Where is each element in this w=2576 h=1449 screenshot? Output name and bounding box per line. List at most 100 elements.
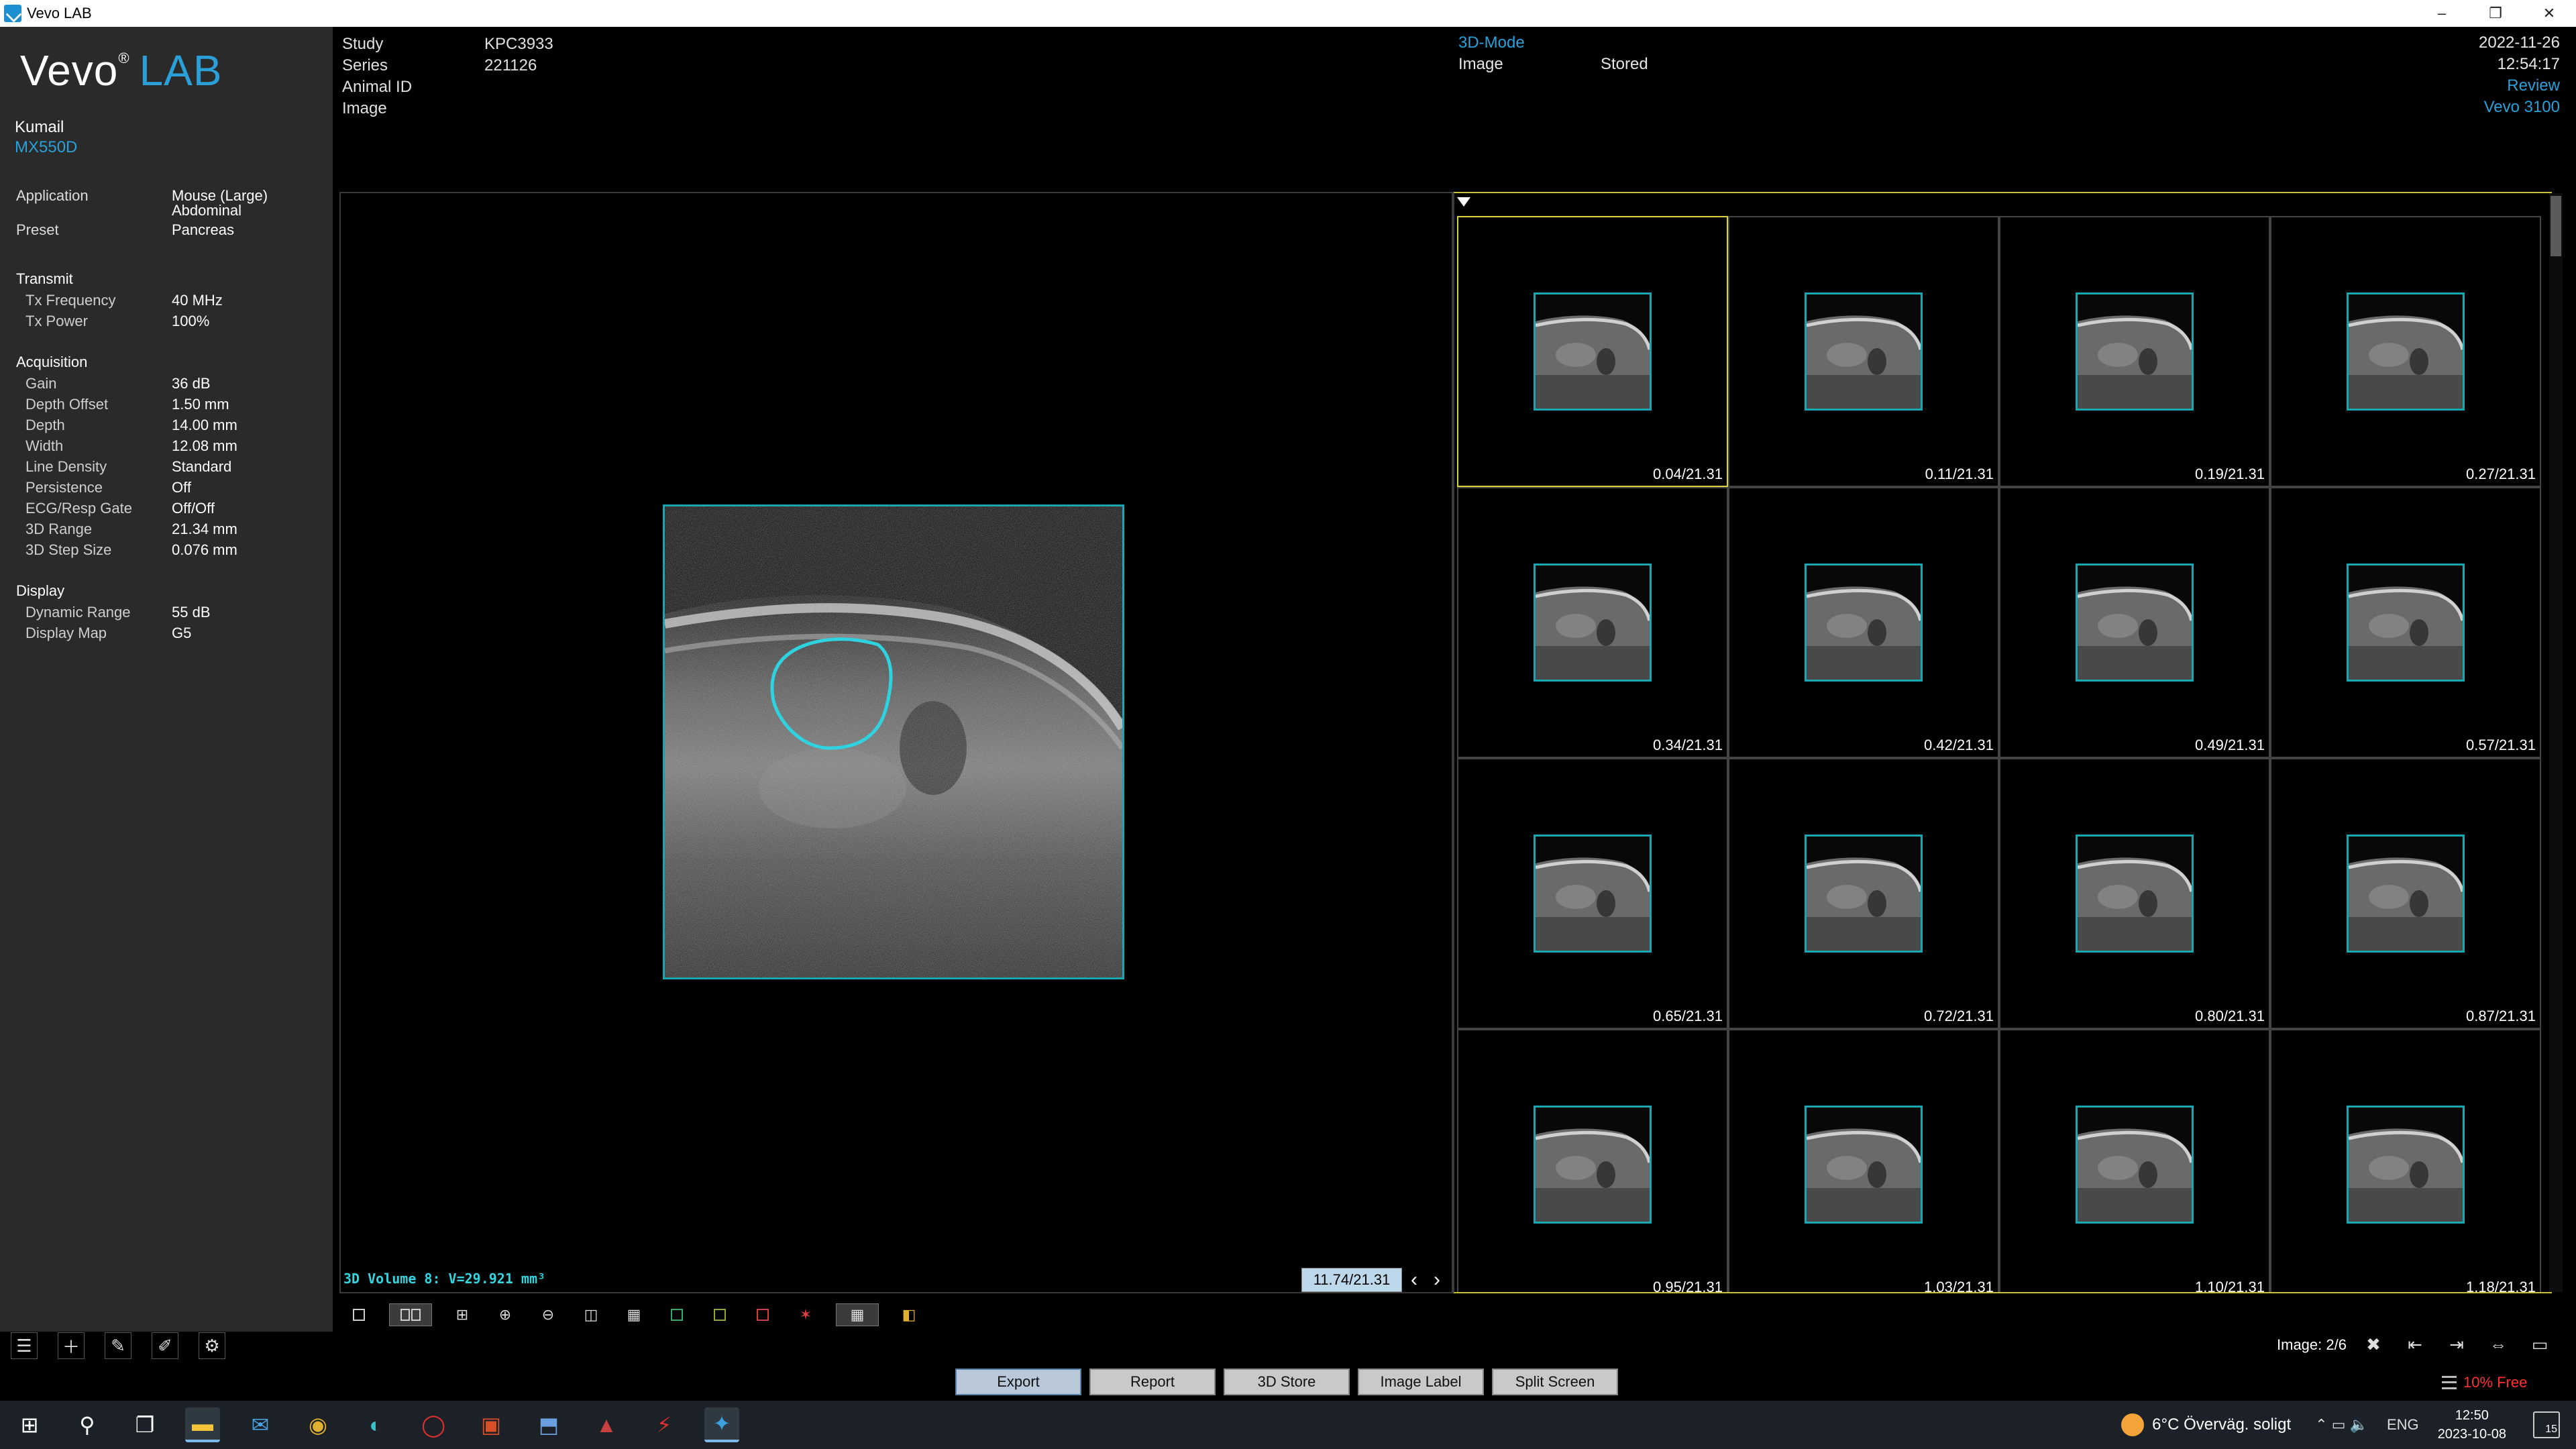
thumbnail-grid-icon[interactable]: ▦ xyxy=(836,1303,879,1326)
acquisition-param-label: Gain xyxy=(25,374,57,392)
system-name: Vevo 3100 xyxy=(2483,98,2560,116)
close-button[interactable]: ✕ xyxy=(2522,0,2576,27)
chrome-icon[interactable]: ◉ xyxy=(301,1407,335,1442)
zoom-out-icon[interactable]: ⊖ xyxy=(535,1303,561,1326)
thumbnail-frame[interactable]: 0.57/21.31 xyxy=(2270,487,2541,758)
fit-width-icon[interactable]: ⇔ xyxy=(2485,1331,2512,1358)
panel-menu-arrow-icon[interactable] xyxy=(1457,197,1470,207)
display-param-label: Dynamic Range xyxy=(25,603,131,621)
thumbnail-frame[interactable]: 1.10/21.31 xyxy=(1999,1029,2270,1292)
thumbnail-position: 0.95/21.31 xyxy=(1653,1279,1723,1292)
cube-view-icon[interactable]: ◫ xyxy=(578,1303,604,1326)
acquisition-param-label: Depth xyxy=(25,416,65,433)
add-measurement-icon[interactable]: ＋ xyxy=(58,1332,85,1359)
thumbnail-frame[interactable]: 0.49/21.31 xyxy=(1999,487,2270,758)
task-view-icon[interactable]: ❐ xyxy=(127,1407,162,1442)
thumbnail-frame[interactable]: 0.42/21.31 xyxy=(1728,487,1999,758)
thumbnail-frame[interactable]: 0.04/21.31 xyxy=(1457,216,1728,487)
settings-icon[interactable]: ⚙ xyxy=(199,1332,225,1359)
dual-layout-icon[interactable] xyxy=(389,1303,432,1326)
zoom-in-icon[interactable]: ⊕ xyxy=(492,1303,518,1326)
display-param-value: G5 xyxy=(172,624,192,641)
panel-layout-icon[interactable]: ▭ xyxy=(2526,1331,2553,1358)
notification-center-icon[interactable]: 15 xyxy=(2533,1411,2560,1438)
frame-position-field[interactable]: 11.74/21.31 xyxy=(1301,1268,1402,1292)
acquisition-param-value: Standard xyxy=(172,458,232,475)
quad-layout-icon[interactable]: ⊞ xyxy=(449,1303,475,1326)
display-param-value: 55 dB xyxy=(172,603,211,621)
export-icon[interactable]: ⇥ xyxy=(2443,1331,2470,1358)
thumbnail-image xyxy=(2347,835,2465,953)
pen-icon[interactable]: ✐ xyxy=(152,1332,178,1359)
thumbnail-frame[interactable]: 0.19/21.31 xyxy=(1999,216,2270,487)
export-button[interactable]: Export xyxy=(955,1368,1081,1395)
delete-image-icon[interactable]: ✖ xyxy=(2360,1331,2387,1358)
weather-widget[interactable]: 6°C Överväg. soligt xyxy=(2121,1413,2291,1436)
minimize-button[interactable]: – xyxy=(2415,0,2469,27)
frame-green-icon[interactable] xyxy=(664,1303,690,1326)
thumbnail-image xyxy=(2076,292,2194,411)
tx-frequency-value: 40 MHz xyxy=(172,291,223,309)
left-toolbar: ☰ ＋ ✎ ✐ ⚙ xyxy=(11,1331,246,1360)
ultrasound-image[interactable] xyxy=(663,504,1124,979)
system-tray: 6°C Överväg. soligt ⌃ ▭ 🔈 ENG 12:50 2023… xyxy=(2121,1401,2576,1449)
split-screen-button[interactable]: Split Screen xyxy=(1492,1368,1618,1395)
system-info: 2022-11-26 12:54:17 Review Vevo 3100 xyxy=(2479,34,2560,119)
thumbnail-frame[interactable]: 0.95/21.31 xyxy=(1457,1029,1728,1292)
acquisition-param-value: 0.076 mm xyxy=(172,541,237,558)
user-name: Kumail xyxy=(15,118,64,136)
frame-red-icon[interactable] xyxy=(750,1303,775,1326)
thumbnail-frame[interactable]: 0.87/21.31 xyxy=(2270,758,2541,1029)
import-icon[interactable]: ⇤ xyxy=(2402,1331,2428,1358)
thumbnail-frame[interactable]: 0.11/21.31 xyxy=(1728,216,1999,487)
powerpoint-icon[interactable]: ▣ xyxy=(474,1407,508,1442)
tray-icons[interactable]: ⌃ ▭ 🔈 xyxy=(2315,1416,2368,1434)
thumbnail-frame[interactable]: 0.72/21.31 xyxy=(1728,758,1999,1029)
file-explorer-icon[interactable]: ▬ xyxy=(185,1407,220,1442)
mail-icon[interactable]: ✉ xyxy=(243,1407,278,1442)
flash-icon[interactable]: ⚡ xyxy=(647,1407,682,1442)
thumbnail-position: 0.11/21.31 xyxy=(1925,466,1994,482)
thumbnail-grid: 0.04/21.31 0.11/21.31 0.19/21.31 0.27/21.31… xyxy=(1457,216,2544,1292)
thumbnail-position: 0.27/21.31 xyxy=(2466,466,2536,482)
restore-button[interactable]: ❐ xyxy=(2469,0,2522,27)
language-indicator[interactable]: ENG xyxy=(2387,1416,2419,1434)
3d-store-button[interactable]: 3D Store xyxy=(1224,1368,1350,1395)
thumbnail-position: 0.49/21.31 xyxy=(2195,737,2265,753)
list-icon[interactable]: ☰ xyxy=(11,1332,38,1359)
windows-start-icon[interactable]: ⊞ xyxy=(12,1407,47,1442)
image-label-button[interactable]: Image Label xyxy=(1358,1368,1484,1395)
tx-frequency-label: Tx Frequency xyxy=(25,291,116,309)
thumbnail-frame[interactable]: 0.65/21.31 xyxy=(1457,758,1728,1029)
color-map-icon[interactable]: ◧ xyxy=(896,1303,922,1326)
mode-image-value: Stored xyxy=(1601,55,1648,73)
edge-icon[interactable]: ◐ xyxy=(358,1407,393,1442)
thumbnail-frame[interactable]: 0.27/21.31 xyxy=(2270,216,2541,487)
next-frame-button[interactable]: › xyxy=(1426,1267,1448,1293)
disk-icon xyxy=(2442,1376,2457,1389)
clock[interactable]: 12:50 2023-10-08 xyxy=(2438,1406,2506,1444)
thumbnail-scrollbar[interactable] xyxy=(2549,193,2563,1292)
study-time: 12:54:17 xyxy=(2497,55,2560,73)
thumbnail-frame[interactable]: 1.18/21.31 xyxy=(2270,1029,2541,1292)
app-icon[interactable]: ⬒ xyxy=(531,1407,566,1442)
thumbnail-image xyxy=(1534,292,1652,411)
thumbnail-frame[interactable]: 0.34/21.31 xyxy=(1457,487,1728,758)
slice-grid-icon[interactable]: ▦ xyxy=(621,1303,647,1326)
thumbnail-frame[interactable]: 0.80/21.31 xyxy=(1999,758,2270,1029)
scrollbar-thumb[interactable] xyxy=(2551,196,2561,256)
prev-frame-button[interactable]: ‹ xyxy=(1403,1267,1425,1293)
report-button[interactable]: Report xyxy=(1089,1368,1216,1395)
orientation-icon[interactable]: ✶ xyxy=(793,1303,818,1326)
annotate-icon[interactable]: ✎ xyxy=(105,1332,131,1359)
single-layout-icon[interactable] xyxy=(346,1303,372,1326)
prism-icon[interactable]: ▲ xyxy=(589,1407,624,1442)
frame-olive-icon[interactable] xyxy=(707,1303,733,1326)
thumbnail-frame[interactable]: 1.03/21.31 xyxy=(1728,1029,1999,1292)
vevo-lab-taskbar-icon[interactable]: ✦ xyxy=(704,1407,739,1442)
series-value: 221126 xyxy=(484,56,537,74)
search-icon[interactable]: ⚲ xyxy=(70,1407,105,1442)
disk-space-indicator: 10% Free xyxy=(2442,1374,2527,1391)
acquisition-param-label: Line Density xyxy=(25,458,107,475)
opera-icon[interactable]: ◯ xyxy=(416,1407,451,1442)
